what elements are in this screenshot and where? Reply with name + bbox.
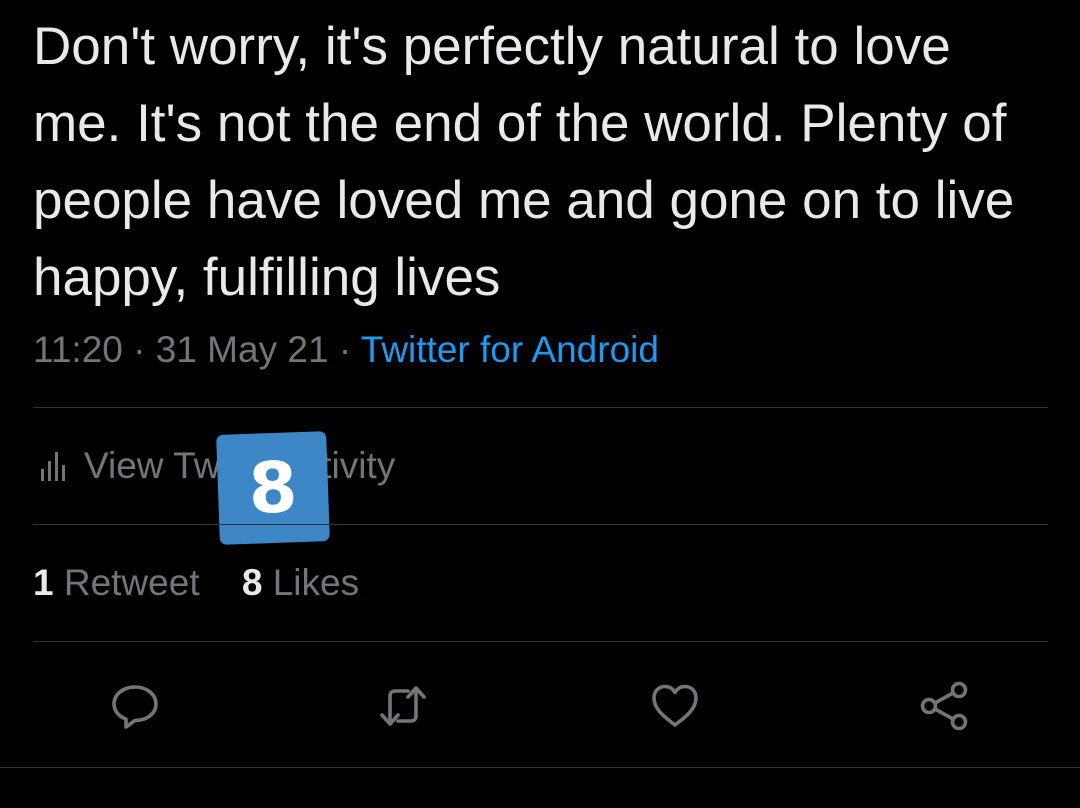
tweet-text: Don't worry, it's perfectly natural to l… xyxy=(33,17,1015,307)
reply-button[interactable] xyxy=(107,678,163,734)
tweet-meta: 11:20 · 31 May 21 · Twitter for Android xyxy=(33,327,659,373)
meta-separator: · xyxy=(133,329,146,370)
tweet-source-link[interactable]: Twitter for Android xyxy=(361,329,659,370)
reply-icon xyxy=(112,685,158,729)
retweet-button[interactable] xyxy=(375,678,431,734)
bar-chart-icon xyxy=(38,449,68,483)
divider xyxy=(33,641,1048,642)
share-icon xyxy=(920,681,968,731)
likes-label: Likes xyxy=(272,562,360,603)
tweet-date: 31 May 21 xyxy=(155,329,329,370)
likes-stat[interactable]: 8 Likes xyxy=(242,560,359,606)
meta-separator: · xyxy=(338,329,352,370)
retweet-label: Retweet xyxy=(63,562,200,603)
heart-icon xyxy=(652,684,698,727)
divider xyxy=(0,767,1080,768)
share-button[interactable] xyxy=(916,678,972,734)
divider xyxy=(33,524,1048,525)
engagement-stats: 1 Retweet 8 Likes xyxy=(33,560,359,606)
tweet-time: 11:20 xyxy=(33,329,123,370)
number-badge: 8 xyxy=(216,431,330,545)
divider xyxy=(33,407,1048,408)
retweet-stat[interactable]: 1 Retweet xyxy=(33,560,200,606)
retweet-icon xyxy=(380,686,426,726)
retweet-count: 1 xyxy=(33,562,54,603)
like-button[interactable] xyxy=(647,678,703,734)
likes-count: 8 xyxy=(241,562,263,603)
